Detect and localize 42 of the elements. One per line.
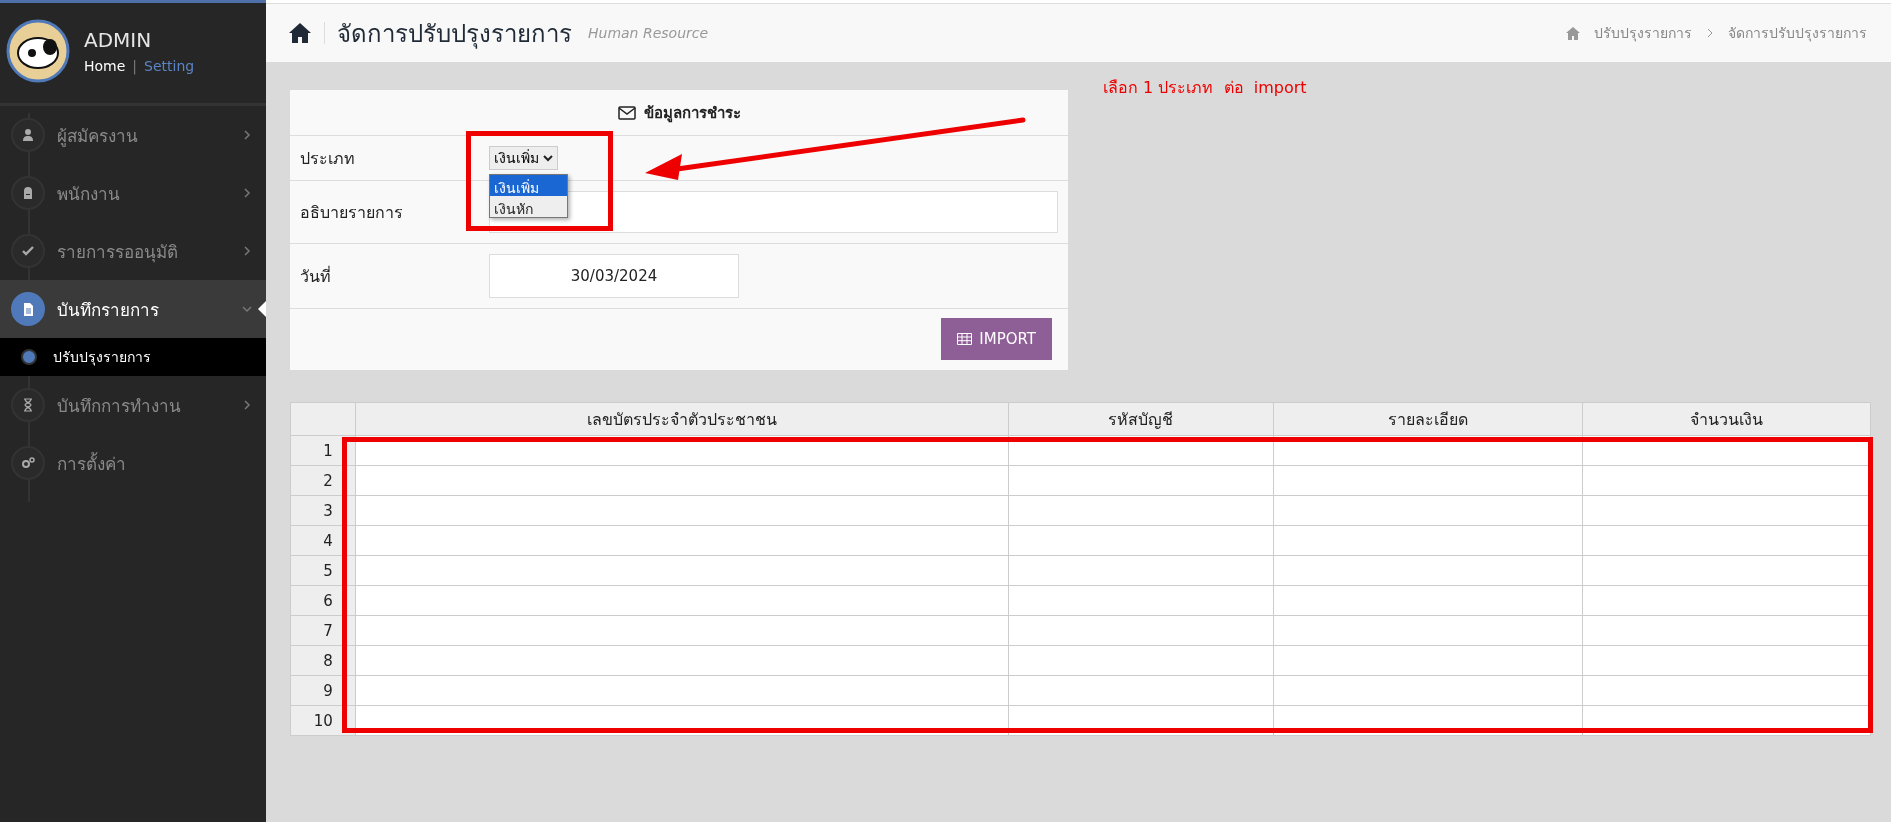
breadcrumb-item[interactable]: ปรับปรุงรายการ (1594, 22, 1692, 44)
sidebar-item[interactable]: ผู้สมัครงาน (0, 106, 266, 164)
setting-link[interactable]: Setting (144, 58, 195, 74)
column-header: รหัสบัญชี (1008, 402, 1274, 436)
home-link[interactable]: Home (84, 58, 126, 74)
table-icon (957, 333, 973, 345)
link-separator: | (132, 58, 138, 74)
column-header: เลขบัตรประจำตัวประชาชน (355, 402, 1009, 436)
sidebar-item[interactable]: บันทึกรายการ (0, 280, 266, 338)
caret-icon (543, 154, 553, 162)
home-icon[interactable] (288, 22, 325, 44)
field-label: วันที่ (300, 265, 332, 288)
gears-icon (20, 455, 36, 471)
field-label: อธิบายรายการ (300, 201, 404, 224)
dropdown-option[interactable]: เงินหัก (490, 196, 567, 217)
date-field[interactable]: 30/03/2024 (489, 254, 739, 298)
chevron-right-icon (242, 399, 252, 411)
import-button[interactable]: IMPORT (941, 318, 1052, 360)
panel-title: ข้อมูลการชำระ (643, 102, 741, 125)
user-icon (20, 127, 36, 143)
sidebar-item[interactable]: รายการรออนุมัติ (0, 222, 266, 280)
sidebar-item[interactable]: พนักงาน (0, 164, 266, 222)
envelope-icon (617, 105, 636, 120)
annotation-note: เลือก 1 ประเภท ต่อ import (1103, 77, 1307, 99)
sidebar-subitem[interactable]: ปรับปรุงรายการ (0, 338, 266, 376)
chevron-right-icon (242, 187, 252, 199)
chevron-right-icon (1706, 28, 1714, 38)
type-select[interactable]: เงินเพิ่ม (489, 146, 558, 170)
sidebar-item[interactable]: บันทึกการทำงาน (0, 376, 266, 434)
column-header: จำนวนเงิน (1582, 402, 1871, 436)
chevron-down-icon (242, 303, 252, 315)
user-name: ADMIN (84, 28, 153, 52)
dropdown-option[interactable]: เงินเพิ่ม (490, 175, 567, 196)
page-subtitle: Human Resource (588, 25, 710, 41)
chevron-right-icon (242, 129, 252, 141)
avatar-drawing (6, 19, 70, 83)
breadcrumb-item: จัดการปรับปรุงรายการ (1728, 24, 1867, 44)
chevron-right-icon (242, 245, 252, 257)
sidebar-item[interactable]: การตั้งค่า (0, 434, 266, 492)
column-header: รายละเอียด (1273, 402, 1583, 436)
field-label: ประเภท (300, 147, 356, 170)
page-title: จัดการปรับปรุงรายการ (337, 18, 572, 51)
